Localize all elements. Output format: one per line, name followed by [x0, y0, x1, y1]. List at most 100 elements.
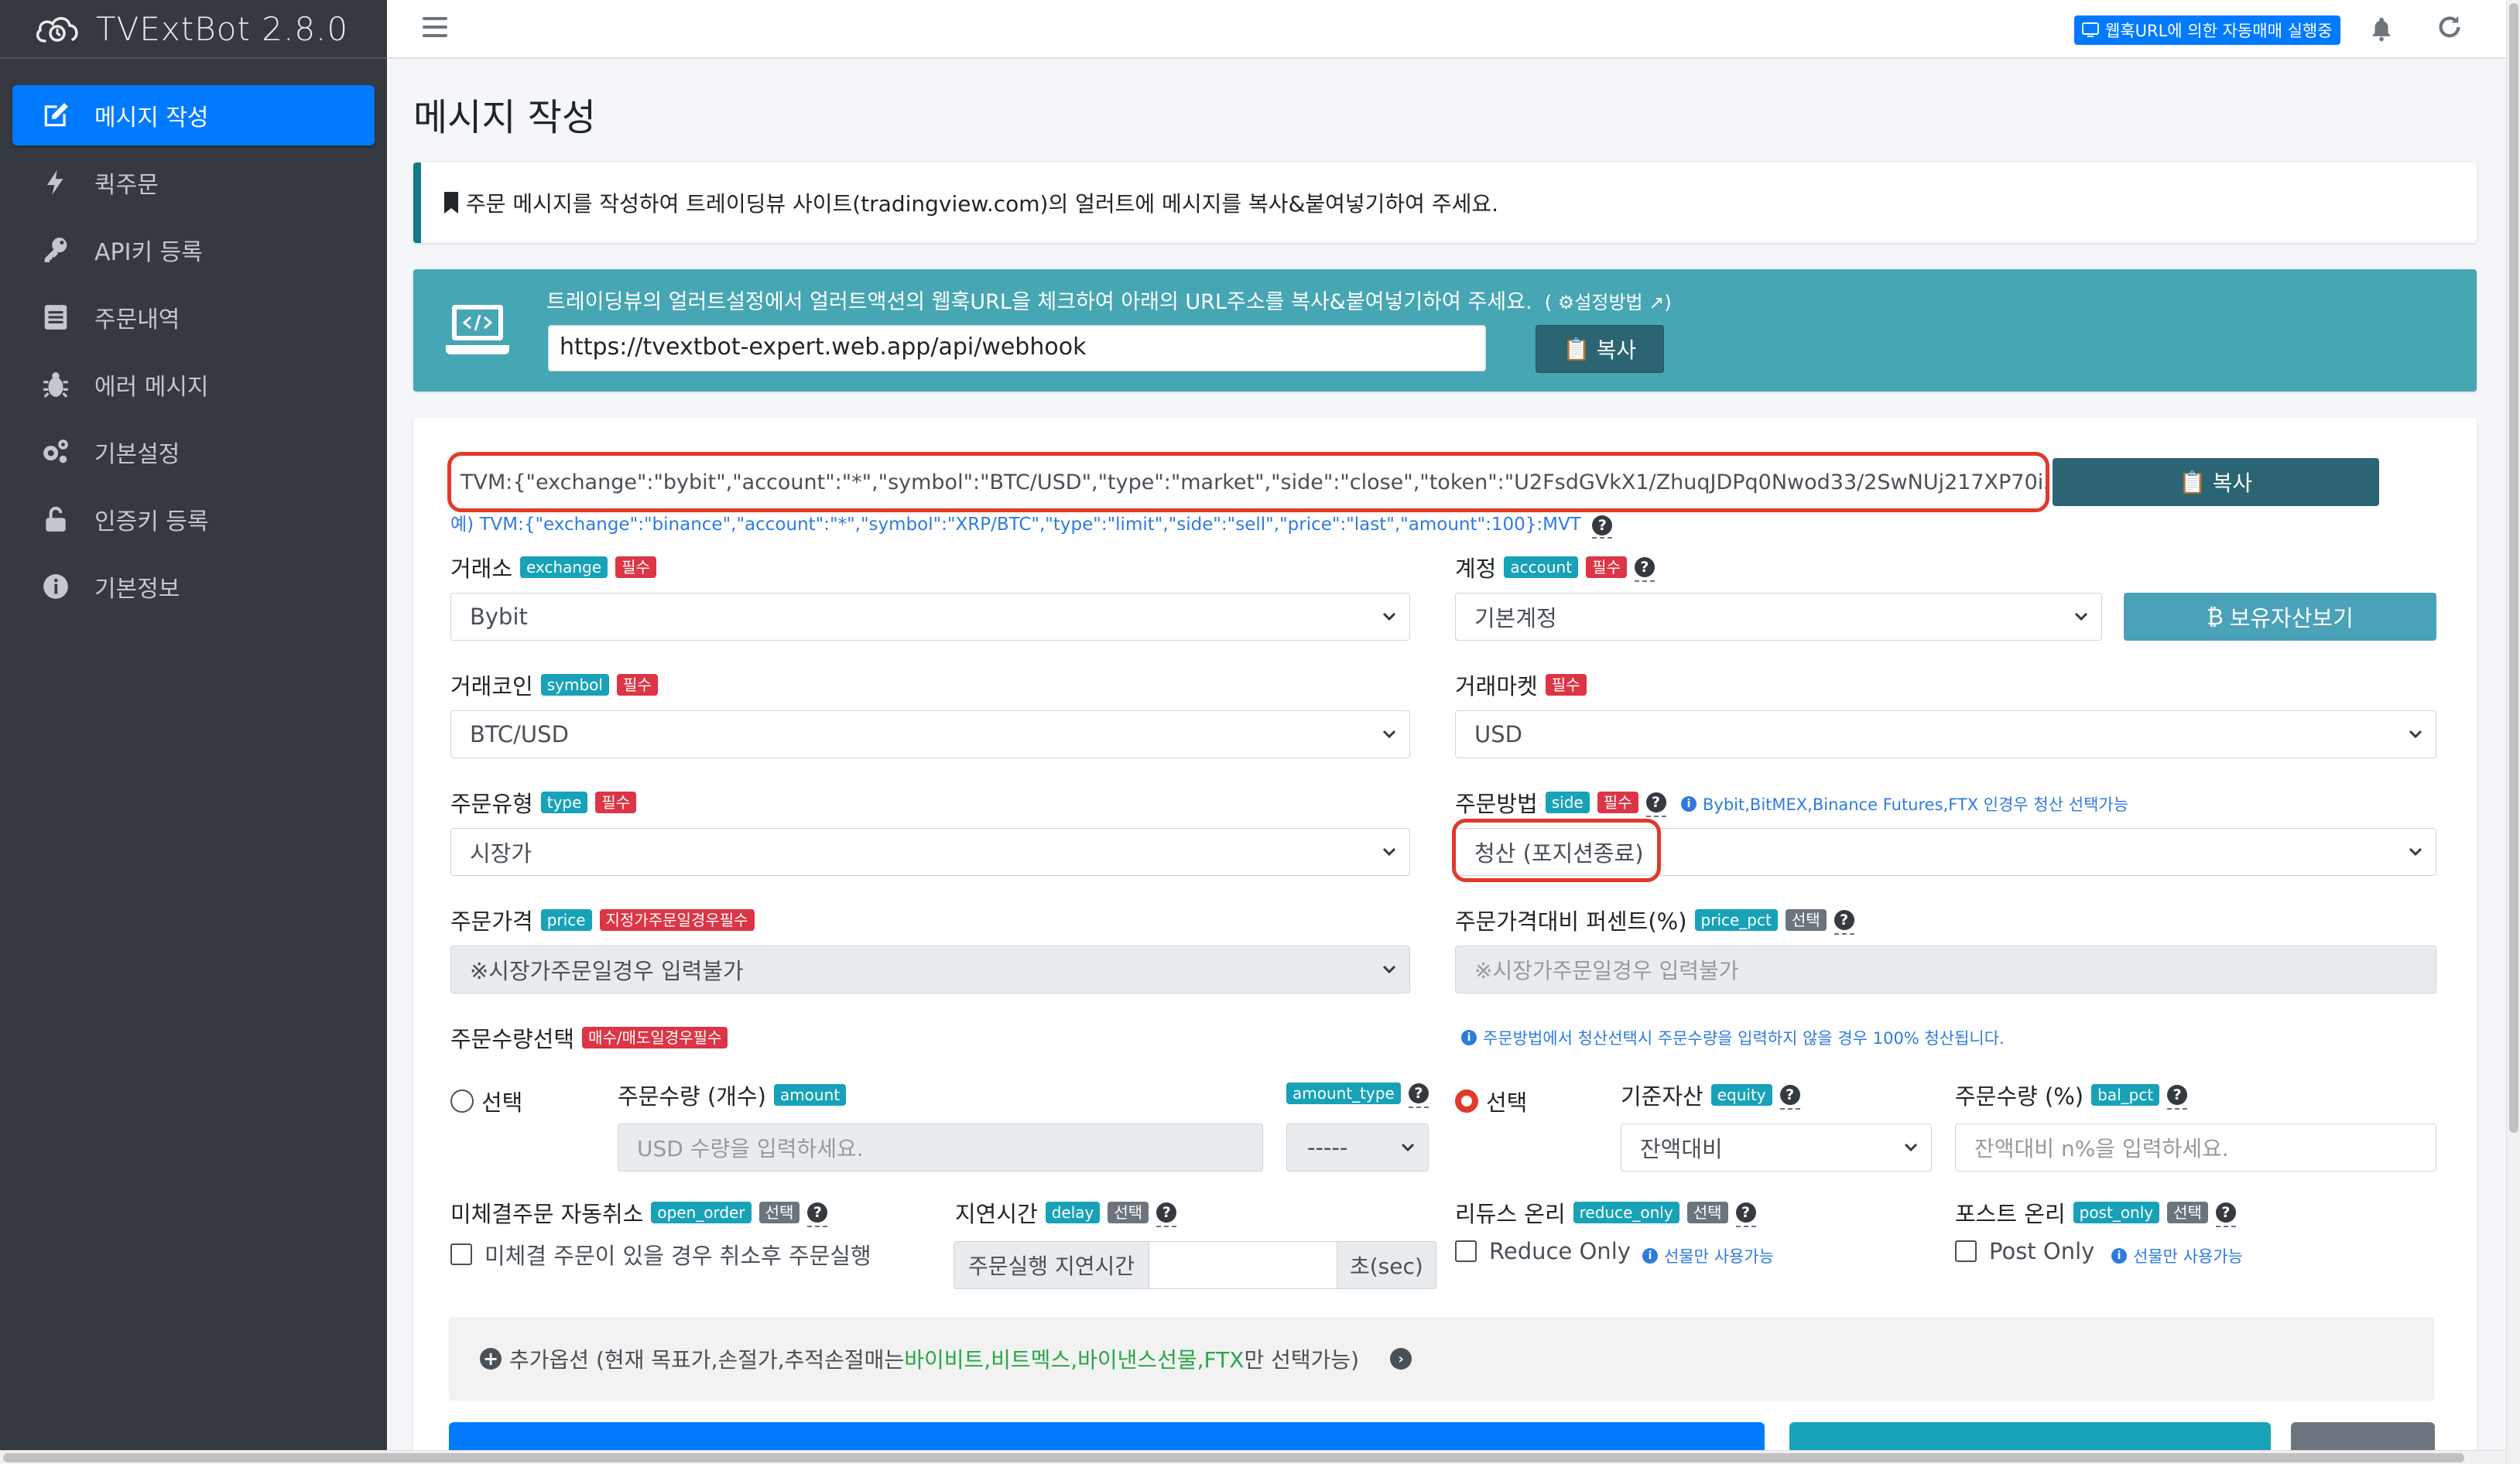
type-label: 주문유형 type 필수 — [450, 786, 637, 819]
cloud-logo-icon — [36, 17, 78, 43]
delay-suffix: 초(sec) — [1336, 1241, 1436, 1289]
amount-radio[interactable]: 선택 — [450, 1085, 522, 1117]
account-select[interactable]: 기본계정 — [1455, 593, 2102, 641]
chevron-down-icon — [2074, 612, 2088, 621]
amount-type-select[interactable]: ----- — [1286, 1124, 1429, 1172]
view-assets-button[interactable]: ₿ 보유자산보기 — [2124, 593, 2436, 641]
post-only-note: i 선물만 사용가능 — [2111, 1244, 2243, 1267]
bell-icon[interactable] — [2368, 15, 2395, 42]
message-form-card: TVM:{"exchange":"bybit","account":"*","s… — [413, 418, 2477, 1450]
market-label: 거래마켓 필수 — [1455, 669, 1587, 701]
topbar: 웹훅URL에 의한 자동매매 실행중 — [387, 0, 2506, 59]
reduce-only-checkbox[interactable]: Reduce Only — [1455, 1238, 1631, 1264]
help-icon[interactable]: ? — [1735, 1198, 1756, 1227]
bal-pct-label: 주문수량 (%) bal_pct ? — [1955, 1079, 2188, 1111]
create-message-button[interactable] — [449, 1422, 1765, 1450]
key-icon — [40, 234, 71, 265]
chevron-down-icon — [1382, 847, 1396, 857]
chevron-down-icon — [2409, 847, 2422, 857]
unlock-icon — [40, 504, 71, 535]
webhook-instruction: 트레이딩뷰의 얼러트설정에서 얼러트액션의 웹훅URL을 체크하여 아래의 UR… — [546, 290, 1672, 314]
copy-message-button[interactable]: 📋 복사 — [2053, 458, 2379, 506]
price-pct-label: 주문가격대비 퍼센트(%) price_pct 선택 ? — [1455, 904, 1854, 936]
plus-circle-icon: + — [480, 1348, 502, 1370]
list-icon — [40, 302, 71, 333]
sidebar-item-compose[interactable]: 메시지 작성 — [12, 85, 375, 145]
delay-input[interactable] — [1149, 1241, 1337, 1289]
status-badge: 웹훅URL에 의한 자동매매 실행중 — [2074, 15, 2340, 45]
help-icon[interactable]: ? — [1156, 1198, 1177, 1227]
test-message-button[interactable] — [1789, 1422, 2271, 1450]
chevron-down-icon — [2409, 730, 2422, 739]
brand[interactable]: TVExtBot 2.8.0 — [0, 0, 387, 59]
side-note: i Bybit,BitMEX,Binance Futures,FTX 인경우 청… — [1681, 792, 2128, 816]
refresh-icon[interactable] — [2436, 14, 2463, 40]
price-select: ※시장가주문일경우 입력불가 — [450, 946, 1410, 994]
post-only-label: 포스트 온리 post_only 선택 ? — [1955, 1196, 2236, 1229]
gears-icon — [40, 436, 71, 467]
help-icon[interactable]: ? — [2167, 1080, 2188, 1110]
copy-webhook-button[interactable]: 📋 복사 — [1536, 325, 1664, 373]
bolt-icon — [40, 167, 71, 198]
setup-guide-link[interactable]: ( ⚙설정방법 ↗) — [1539, 292, 1672, 313]
price-pct-input: ※시장가주문일경우 입력불가 — [1455, 946, 2436, 994]
help-icon[interactable]: ? — [1634, 552, 1655, 582]
equity-radio[interactable]: 선택 — [1455, 1085, 1527, 1117]
chevron-down-icon — [1904, 1143, 1918, 1152]
amount-input[interactable]: USD 수량을 입력하세요. — [618, 1124, 1263, 1172]
app-title: TVExtBot 2.8.0 — [96, 9, 349, 48]
laptop-code-icon — [446, 305, 509, 354]
sidebar-item-api-key[interactable]: API키 등록 — [12, 220, 375, 280]
sidebar-item-label: 메시지 작성 — [94, 104, 209, 132]
sidebar-item-settings[interactable]: 기본설정 — [12, 422, 375, 482]
sidebar-item-errors[interactable]: 에러 메시지 — [12, 354, 375, 415]
post-only-checkbox[interactable]: Post Only — [1955, 1238, 2094, 1264]
reduce-only-note: i 선물만 사용가능 — [1642, 1244, 1774, 1267]
type-select[interactable]: 시장가 — [450, 828, 1410, 876]
open-order-label: 미체결주문 자동취소 open_order 선택 ? — [450, 1196, 828, 1229]
info-circle-icon: i — [2111, 1248, 2127, 1264]
webhook-url-input[interactable]: https://tvextbot-expert.web.app/api/webh… — [548, 325, 1486, 371]
menu-toggle-icon[interactable] — [423, 17, 447, 42]
chevron-right-circle-icon: › — [1390, 1348, 1412, 1370]
bookmark-icon — [444, 192, 458, 214]
main-content: 메시지 작성 주문 메시지를 작성하여 트레이딩뷰 사이트(tradingvie… — [387, 59, 2506, 1450]
info-circle-icon: i — [1461, 1030, 1477, 1045]
symbol-select[interactable]: BTC/USD — [450, 710, 1410, 758]
help-icon[interactable]: ? — [2215, 1198, 2236, 1227]
help-icon[interactable]: ? — [807, 1198, 828, 1227]
monitor-icon — [2082, 22, 2099, 37]
help-icon[interactable]: ? — [1645, 788, 1666, 817]
sidebar-item-info[interactable]: 기본정보 — [12, 556, 375, 617]
webhook-info-box: 트레이딩뷰의 얼러트설정에서 얼러트액션의 웹훅URL을 체크하여 아래의 UR… — [413, 269, 2477, 392]
help-icon[interactable]: ? — [1592, 515, 1613, 539]
sidebar-item-label: 퀵주문 — [94, 172, 159, 199]
market-select[interactable]: USD — [1455, 710, 2436, 758]
exchange-select[interactable]: Bybit — [450, 593, 1410, 641]
clipboard-icon: 📋 — [2179, 469, 2207, 495]
open-order-checkbox[interactable]: 미체결 주문이 있을 경우 취소후 주문실행 — [450, 1238, 871, 1271]
sidebar-nav: 메시지 작성 퀵주문 API키 등록 주문내역 에러 메시지 기본설정 인증키 … — [0, 59, 387, 617]
help-icon[interactable]: ? — [1779, 1080, 1800, 1110]
sidebar-item-label: 주문내역 — [94, 306, 180, 334]
chevron-down-icon — [1382, 965, 1396, 974]
amount-select-label: 주문수량선택 매수/매도일경우필수 — [450, 1021, 728, 1054]
sidebar-item-label: API키 등록 — [94, 239, 203, 266]
sidebar-item-auth-key[interactable]: 인증키 등록 — [12, 489, 375, 549]
help-icon[interactable]: ? — [1834, 905, 1854, 935]
info-circle-icon: i — [1642, 1248, 1658, 1264]
price-label: 주문가격 price 지정가주문일경우필수 — [450, 904, 755, 936]
symbol-label: 거래코인 symbol 필수 — [450, 669, 658, 701]
equity-select[interactable]: 잔액대비 — [1621, 1124, 1932, 1172]
sidebar-item-quick-order[interactable]: 퀵주문 — [12, 152, 375, 213]
horizontal-scrollbar[interactable] — [0, 1450, 2506, 1464]
extra-options-toggle[interactable]: + 추가옵션 (현재 목표가,손절가,추적손절매는 바이비트,비트멕스,바이낸스… — [449, 1317, 2435, 1401]
message-output-field[interactable]: TVM:{"exchange":"bybit","account":"*","s… — [447, 452, 2049, 512]
external-link-icon: ↗ — [1649, 292, 1665, 313]
info-icon — [40, 571, 71, 602]
help-icon[interactable]: ? — [1408, 1079, 1429, 1108]
sidebar-item-order-history[interactable]: 주문내역 — [12, 287, 375, 347]
reset-button[interactable] — [2291, 1422, 2435, 1450]
vertical-scrollbar[interactable] — [2506, 0, 2520, 1464]
bal-pct-input[interactable]: 잔액대비 n%을 입력하세요. — [1955, 1124, 2436, 1172]
